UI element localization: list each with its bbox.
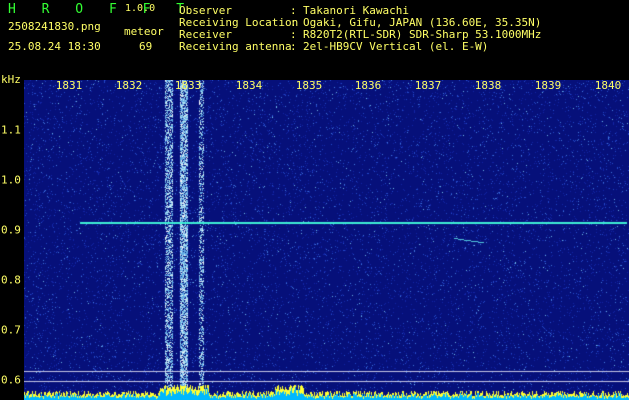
hroft-window: H R O F F T 1.0.0 2508241830.png meteor … <box>0 0 629 400</box>
y-tick: 1.0 <box>1 173 21 187</box>
spectrogram-image <box>24 80 629 400</box>
spectrogram-plot <box>24 80 629 400</box>
y-tick: 1.1 <box>1 123 21 137</box>
x-tick: 1836 <box>354 79 382 92</box>
observer-sep: : <box>290 4 297 17</box>
x-tick: 1840 <box>594 79 622 92</box>
y-tick: 0.6 <box>1 373 21 387</box>
x-tick: 1833 <box>174 79 202 92</box>
app-title: H R O F F T <box>8 2 194 17</box>
receiver-label: Receiver <box>179 28 232 41</box>
file-name: 2508241830.png <box>8 20 101 33</box>
date-time: 25.08.24 18:30 <box>8 40 101 53</box>
meteor-label: meteor <box>124 25 164 38</box>
x-tick: 1838 <box>474 79 502 92</box>
y-tick: 0.9 <box>1 223 21 237</box>
location-value: Ogaki, Gifu, JAPAN (136.60E, 35.35N) <box>303 16 542 29</box>
observer-label: Observer <box>179 4 232 17</box>
x-tick: 1835 <box>295 79 323 92</box>
x-tick: 1839 <box>534 79 562 92</box>
x-tick: 1832 <box>115 79 143 92</box>
location-sep: : <box>290 16 297 29</box>
app-version: 1.0.0 <box>125 3 156 14</box>
y-unit-label: kHz <box>1 73 21 86</box>
x-tick: 1834 <box>235 79 263 92</box>
antenna-sep: : <box>290 40 297 53</box>
receiver-value: R820T2(RTL-SDR) SDR-Sharp 53.1000MHz <box>303 28 542 41</box>
antenna-label: Receiving antenna <box>179 40 292 53</box>
meteor-count: 69 <box>139 40 153 53</box>
y-tick: 0.8 <box>1 273 21 287</box>
receiver-sep: : <box>290 28 297 41</box>
antenna-value: 2el-HB9CV Vertical (el. E-W) <box>303 40 489 53</box>
y-tick: 0.7 <box>1 323 21 337</box>
observer-value: Takanori Kawachi <box>303 4 409 17</box>
x-tick: 1831 <box>55 79 83 92</box>
location-label: Receiving Location <box>179 16 299 29</box>
x-tick: 1837 <box>414 79 442 92</box>
